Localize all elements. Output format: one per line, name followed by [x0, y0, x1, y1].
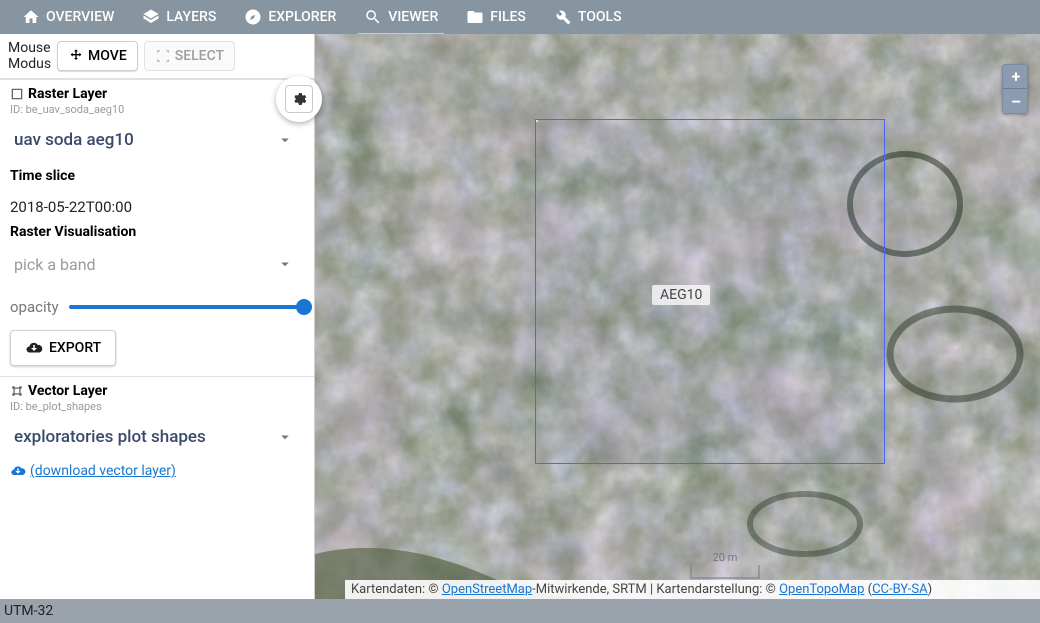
- move-icon: [68, 48, 84, 64]
- band-select[interactable]: pick a band: [10, 244, 304, 284]
- chevron-down-icon: [276, 255, 294, 273]
- vector-layer-section: Vector Layer ID: be_plot_shapes explorat…: [0, 376, 314, 489]
- vector-heading: Vector Layer: [10, 383, 304, 399]
- download-vector-link[interactable]: (download vector layer): [10, 463, 304, 479]
- chevron-down-icon: [276, 131, 294, 149]
- compass-icon: [244, 8, 262, 26]
- mode-select-button[interactable]: SELECT: [144, 41, 235, 71]
- raster-visualisation-label: Raster Visualisation: [10, 224, 304, 240]
- map-viewport[interactable]: AEG10 + – 20 m Kartendaten: © OpenStreet…: [315, 34, 1040, 599]
- raster-icon: [10, 87, 24, 101]
- select-icon: [155, 48, 171, 64]
- sidebar: Mouse Modus MOVE SELECT Raster Layer ID:…: [0, 34, 315, 599]
- vector-id: ID: be_plot_shapes: [10, 400, 304, 413]
- opacity-slider[interactable]: [69, 305, 304, 309]
- zoom-in-button[interactable]: +: [1003, 65, 1028, 89]
- plot-label: AEG10: [652, 285, 710, 305]
- mode-move-button[interactable]: MOVE: [57, 41, 138, 71]
- opacity-control: opacity: [10, 298, 304, 316]
- nav-label: TOOLS: [578, 9, 622, 25]
- nav-files[interactable]: FILES: [452, 0, 540, 34]
- otm-link[interactable]: OpenTopoMap: [779, 582, 864, 597]
- search-icon: [364, 8, 382, 26]
- chevron-down-icon: [276, 428, 294, 446]
- folder-icon: [466, 8, 484, 26]
- raster-layer-select[interactable]: uav soda aeg10: [10, 120, 304, 160]
- cloud-download-icon: [10, 463, 26, 479]
- crs-label: UTM-32: [4, 603, 53, 619]
- nav-label: LAYERS: [166, 9, 216, 25]
- settings-button[interactable]: [276, 76, 322, 122]
- status-bar: UTM-32: [0, 599, 1040, 623]
- gear-icon: [291, 91, 307, 107]
- cloud-download-icon: [25, 339, 43, 357]
- wrench-icon: [554, 8, 572, 26]
- vector-layer-select[interactable]: exploratories plot shapes: [10, 417, 304, 457]
- home-icon: [22, 8, 40, 26]
- top-nav: OVERVIEW LAYERS EXPLORER VIEWER FILES TO…: [0, 0, 1040, 34]
- time-slice-label: Time slice: [10, 168, 304, 184]
- export-button[interactable]: EXPORT: [10, 330, 116, 366]
- raster-id: ID: be_uav_soda_aeg10: [10, 103, 304, 116]
- zoom-out-button[interactable]: –: [1003, 89, 1028, 113]
- raster-layer-section: Raster Layer ID: be_uav_soda_aeg10 uav s…: [0, 79, 314, 376]
- map-attribution: Kartendaten: © OpenStreetMap-Mitwirkende…: [345, 580, 1040, 599]
- osm-link[interactable]: OpenStreetMap: [442, 582, 532, 597]
- nav-label: EXPLORER: [268, 9, 336, 25]
- vector-icon: [10, 384, 24, 398]
- opacity-label: opacity: [10, 298, 59, 316]
- time-slice-value: 2018-05-22T00:00: [10, 198, 304, 216]
- nav-label: VIEWER: [388, 9, 438, 25]
- scale-bar: 20 m: [690, 565, 760, 579]
- nav-label: FILES: [490, 9, 526, 25]
- nav-explorer[interactable]: EXPLORER: [230, 0, 350, 34]
- nav-label: OVERVIEW: [46, 9, 114, 25]
- raster-heading: Raster Layer: [10, 86, 304, 102]
- mouse-modus-row: Mouse Modus MOVE SELECT: [0, 34, 314, 79]
- mouse-modus-label: Mouse Modus: [8, 40, 51, 72]
- nav-tools[interactable]: TOOLS: [540, 0, 636, 34]
- zoom-control: + –: [1002, 64, 1028, 114]
- nav-layers[interactable]: LAYERS: [128, 0, 230, 34]
- slider-thumb[interactable]: [296, 299, 312, 315]
- nav-overview[interactable]: OVERVIEW: [8, 0, 128, 34]
- nav-viewer[interactable]: VIEWER: [350, 0, 452, 34]
- license-link[interactable]: CC-BY-SA: [872, 582, 928, 597]
- layers-icon: [142, 8, 160, 26]
